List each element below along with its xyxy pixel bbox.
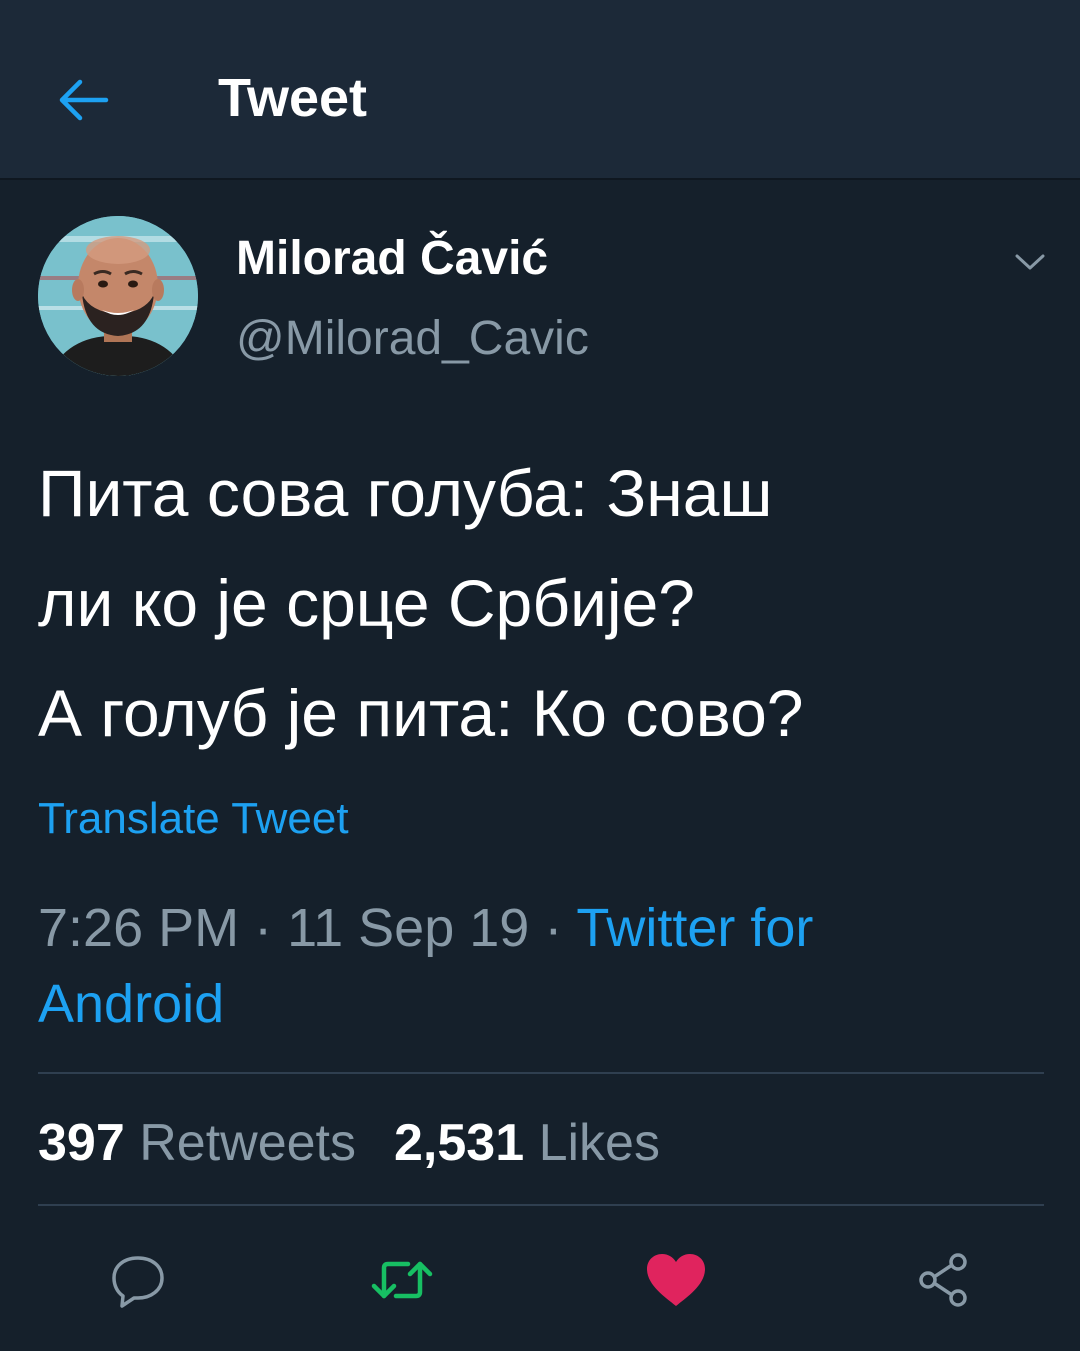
likes-count: 2,531	[393, 1114, 525, 1172]
back-button[interactable]	[56, 72, 112, 128]
share-button[interactable]	[912, 1248, 976, 1312]
meta-separator: ·	[529, 898, 577, 958]
tweet-screen: Tweet Milorad Čavić @Milorad_Cavic Пита …	[0, 0, 1080, 1351]
tweet-text-line: Пита сова голуба: Знаш	[38, 456, 773, 530]
avatar[interactable]	[38, 216, 198, 376]
tweet-time: 7:26 PM	[38, 898, 240, 958]
translate-tweet-link[interactable]: Translate Tweet	[38, 792, 349, 846]
likes-stat[interactable]: 2,531 Likes	[394, 1112, 660, 1174]
tweet-source-link[interactable]: Twitter for	[576, 898, 813, 958]
more-options-button[interactable]	[1008, 240, 1052, 284]
meta-separator: ·	[239, 898, 288, 958]
retweets-stat[interactable]: 397 Retweets	[38, 1112, 356, 1174]
tweet-source-link-continued[interactable]: Android	[38, 974, 224, 1034]
retweets-label: Retweets	[139, 1114, 356, 1172]
tweet-text: Пита сова голуба: Знаш ли ко је срце Срб…	[38, 438, 1048, 768]
retweet-button[interactable]	[370, 1248, 434, 1312]
divider	[38, 1072, 1044, 1074]
tweet-text-line: ли ко је срце Србије?	[38, 566, 696, 640]
page-title: Tweet	[218, 68, 368, 128]
tweet-text-line: А голуб је пита: Ко сово?	[38, 676, 804, 750]
profile-photo	[38, 216, 198, 376]
reply-button[interactable]	[106, 1248, 170, 1312]
author-handle[interactable]: @Milorad_Cavic	[236, 310, 589, 368]
likes-label: Likes	[538, 1114, 660, 1172]
back-arrow-icon	[59, 79, 109, 121]
divider	[38, 1204, 1044, 1206]
tweet-date: 11 Sep 19	[287, 898, 530, 958]
heart-icon	[647, 1254, 705, 1306]
share-icon	[919, 1253, 967, 1307]
retweet-icon	[371, 1261, 433, 1299]
like-button[interactable]	[644, 1248, 708, 1312]
chevron-down-icon	[1015, 254, 1045, 270]
retweets-count: 397	[38, 1114, 125, 1172]
engagement-stats: 397 Retweets 2,531 Likes	[38, 1112, 660, 1174]
author-display-name[interactable]: Milorad Čavić	[236, 230, 548, 288]
reply-icon	[112, 1256, 164, 1308]
top-app-bar: Tweet	[0, 0, 1080, 180]
tweet-metadata: 7:26 PM · 11 Sep 19 · Twitter for Android	[38, 890, 1038, 1042]
